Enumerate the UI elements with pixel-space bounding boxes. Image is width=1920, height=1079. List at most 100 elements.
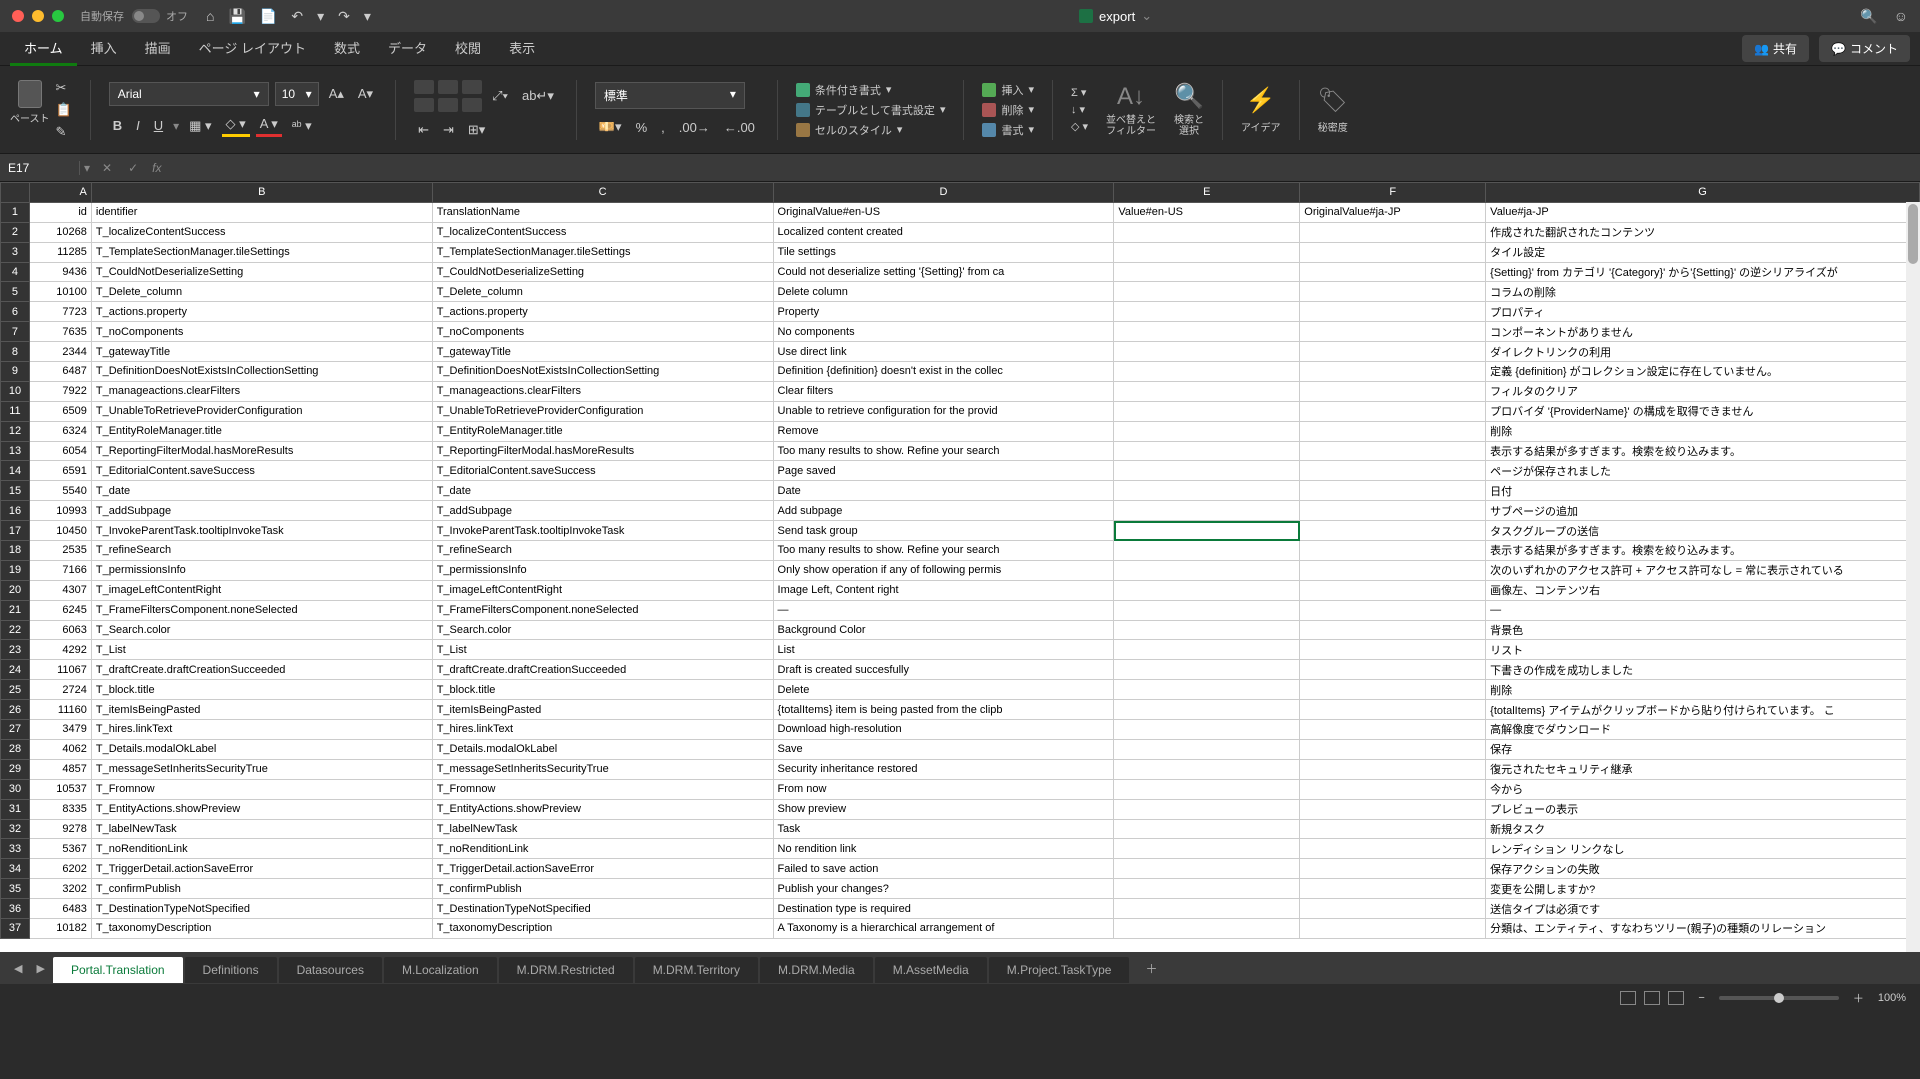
cell[interactable]: 6509 (29, 401, 91, 421)
cell[interactable]: 4292 (29, 640, 91, 660)
cell[interactable]: 6487 (29, 362, 91, 382)
sheet-tab-3[interactable]: M.Localization (384, 957, 497, 983)
cell[interactable]: T_taxonomyDescription (91, 918, 432, 938)
row-header-6[interactable]: 6 (1, 302, 30, 322)
cell[interactable]: T_Fromnow (91, 779, 432, 799)
cell[interactable]: T_actions.property (91, 302, 432, 322)
cell[interactable]: 9436 (29, 262, 91, 282)
cell[interactable]: T_refineSearch (91, 541, 432, 561)
cell[interactable] (1300, 739, 1486, 759)
row-header-7[interactable]: 7 (1, 322, 30, 342)
row-header-19[interactable]: 19 (1, 560, 30, 580)
cell[interactable]: 削除 (1486, 680, 1920, 700)
cell[interactable] (1300, 322, 1486, 342)
currency-button[interactable]: 💴▾ (595, 117, 626, 137)
row-header-21[interactable]: 21 (1, 600, 30, 620)
increase-font-icon[interactable]: A▴ (325, 84, 348, 104)
window-minimize[interactable] (32, 10, 44, 22)
cell[interactable]: T_block.title (432, 680, 773, 700)
cell[interactable]: Tile settings (773, 242, 1114, 262)
undo-dropdown-icon[interactable]: ▾ (317, 8, 324, 25)
fill-button[interactable]: ↓ ▾ (1071, 103, 1088, 116)
delete-cells-button[interactable]: 削除 ▾ (982, 102, 1034, 118)
cell[interactable]: Security inheritance restored (773, 759, 1114, 779)
menu-tab-6[interactable]: 校閲 (441, 32, 495, 66)
cell[interactable] (1300, 879, 1486, 899)
cell[interactable] (1300, 839, 1486, 859)
row-header-25[interactable]: 25 (1, 680, 30, 700)
cell[interactable]: 11160 (29, 700, 91, 720)
cell[interactable]: コラムの削除 (1486, 282, 1920, 302)
increase-indent-button[interactable]: ⇥ (439, 120, 458, 140)
cell[interactable]: Save (773, 739, 1114, 759)
cell[interactable] (1300, 560, 1486, 580)
cell[interactable] (1114, 799, 1300, 819)
cell[interactable]: Download high-resolution (773, 720, 1114, 740)
cell[interactable]: T_CouldNotDeserializeSetting (432, 262, 773, 282)
col-header-A[interactable]: A (29, 183, 91, 203)
cell[interactable]: Too many results to show. Refine your se… (773, 541, 1114, 561)
cell[interactable] (1114, 481, 1300, 501)
cell[interactable]: T_noRenditionLink (432, 839, 773, 859)
row-header-32[interactable]: 32 (1, 819, 30, 839)
cell[interactable]: T_itemIsBeingPasted (432, 700, 773, 720)
cell[interactable]: T_Delete_column (432, 282, 773, 302)
cell[interactable]: 6202 (29, 859, 91, 879)
cell[interactable]: No components (773, 322, 1114, 342)
row-header-34[interactable]: 34 (1, 859, 30, 879)
cell[interactable] (1300, 640, 1486, 660)
cell[interactable]: 表示する結果が多すぎます。検索を絞り込みます。 (1486, 441, 1920, 461)
cell[interactable] (1300, 222, 1486, 242)
cell[interactable]: No rendition link (773, 839, 1114, 859)
cell[interactable]: T_List (432, 640, 773, 660)
cell[interactable]: 新規タスク (1486, 819, 1920, 839)
cell[interactable]: T_DestinationTypeNotSpecified (432, 899, 773, 919)
number-format-select[interactable]: 標準▾ (595, 82, 745, 109)
row-header-33[interactable]: 33 (1, 839, 30, 859)
cell[interactable]: T_TriggerDetail.actionSaveError (91, 859, 432, 879)
cell[interactable] (1300, 262, 1486, 282)
cell[interactable]: Delete (773, 680, 1114, 700)
cell[interactable]: T_date (432, 481, 773, 501)
cell[interactable]: Use direct link (773, 342, 1114, 362)
cell[interactable]: T_permissionsInfo (91, 560, 432, 580)
cell[interactable] (1114, 859, 1300, 879)
cell[interactable] (1300, 720, 1486, 740)
cell[interactable]: T_addSubpage (432, 501, 773, 521)
row-header-24[interactable]: 24 (1, 660, 30, 680)
row-header-13[interactable]: 13 (1, 441, 30, 461)
header-cell[interactable]: TranslationName (432, 202, 773, 222)
cell[interactable] (1300, 242, 1486, 262)
cell[interactable] (1114, 342, 1300, 362)
orientation-button[interactable]: ⤢▾ (488, 86, 512, 106)
cell[interactable] (1300, 401, 1486, 421)
account-icon[interactable]: ☺ (1894, 8, 1908, 25)
italic-button[interactable]: I (132, 116, 144, 135)
cell[interactable]: {totalItems} item is being pasted from t… (773, 700, 1114, 720)
cell[interactable]: T_noComponents (432, 322, 773, 342)
cell[interactable]: Date (773, 481, 1114, 501)
border-button[interactable]: ▦ ▾ (185, 116, 215, 136)
col-header-F[interactable]: F (1300, 183, 1486, 203)
cell[interactable]: Remove (773, 421, 1114, 441)
cell[interactable] (1114, 560, 1300, 580)
cell[interactable] (1114, 700, 1300, 720)
cell[interactable]: T_FrameFiltersComponent.noneSelected (91, 600, 432, 620)
row-header-17[interactable]: 17 (1, 521, 30, 541)
row-header-1[interactable]: 1 (1, 202, 30, 222)
cell[interactable]: {totalItems} アイテムがクリップボードから貼り付けられています。 こ (1486, 700, 1920, 720)
cell[interactable]: T_EditorialContent.saveSuccess (91, 461, 432, 481)
cell[interactable]: 8335 (29, 799, 91, 819)
cell[interactable]: T_TriggerDetail.actionSaveError (432, 859, 773, 879)
cell[interactable]: T_Fromnow (432, 779, 773, 799)
cell[interactable]: 今から (1486, 779, 1920, 799)
cell[interactable]: 11067 (29, 660, 91, 680)
cell[interactable]: 保存 (1486, 739, 1920, 759)
cell[interactable] (1114, 779, 1300, 799)
cell[interactable] (1300, 282, 1486, 302)
cell[interactable]: 日付 (1486, 481, 1920, 501)
cell[interactable] (1300, 620, 1486, 640)
cell[interactable]: 作成された翻訳されたコンテンツ (1486, 222, 1920, 242)
row-header-9[interactable]: 9 (1, 362, 30, 382)
cell[interactable]: Only show operation if any of following … (773, 560, 1114, 580)
